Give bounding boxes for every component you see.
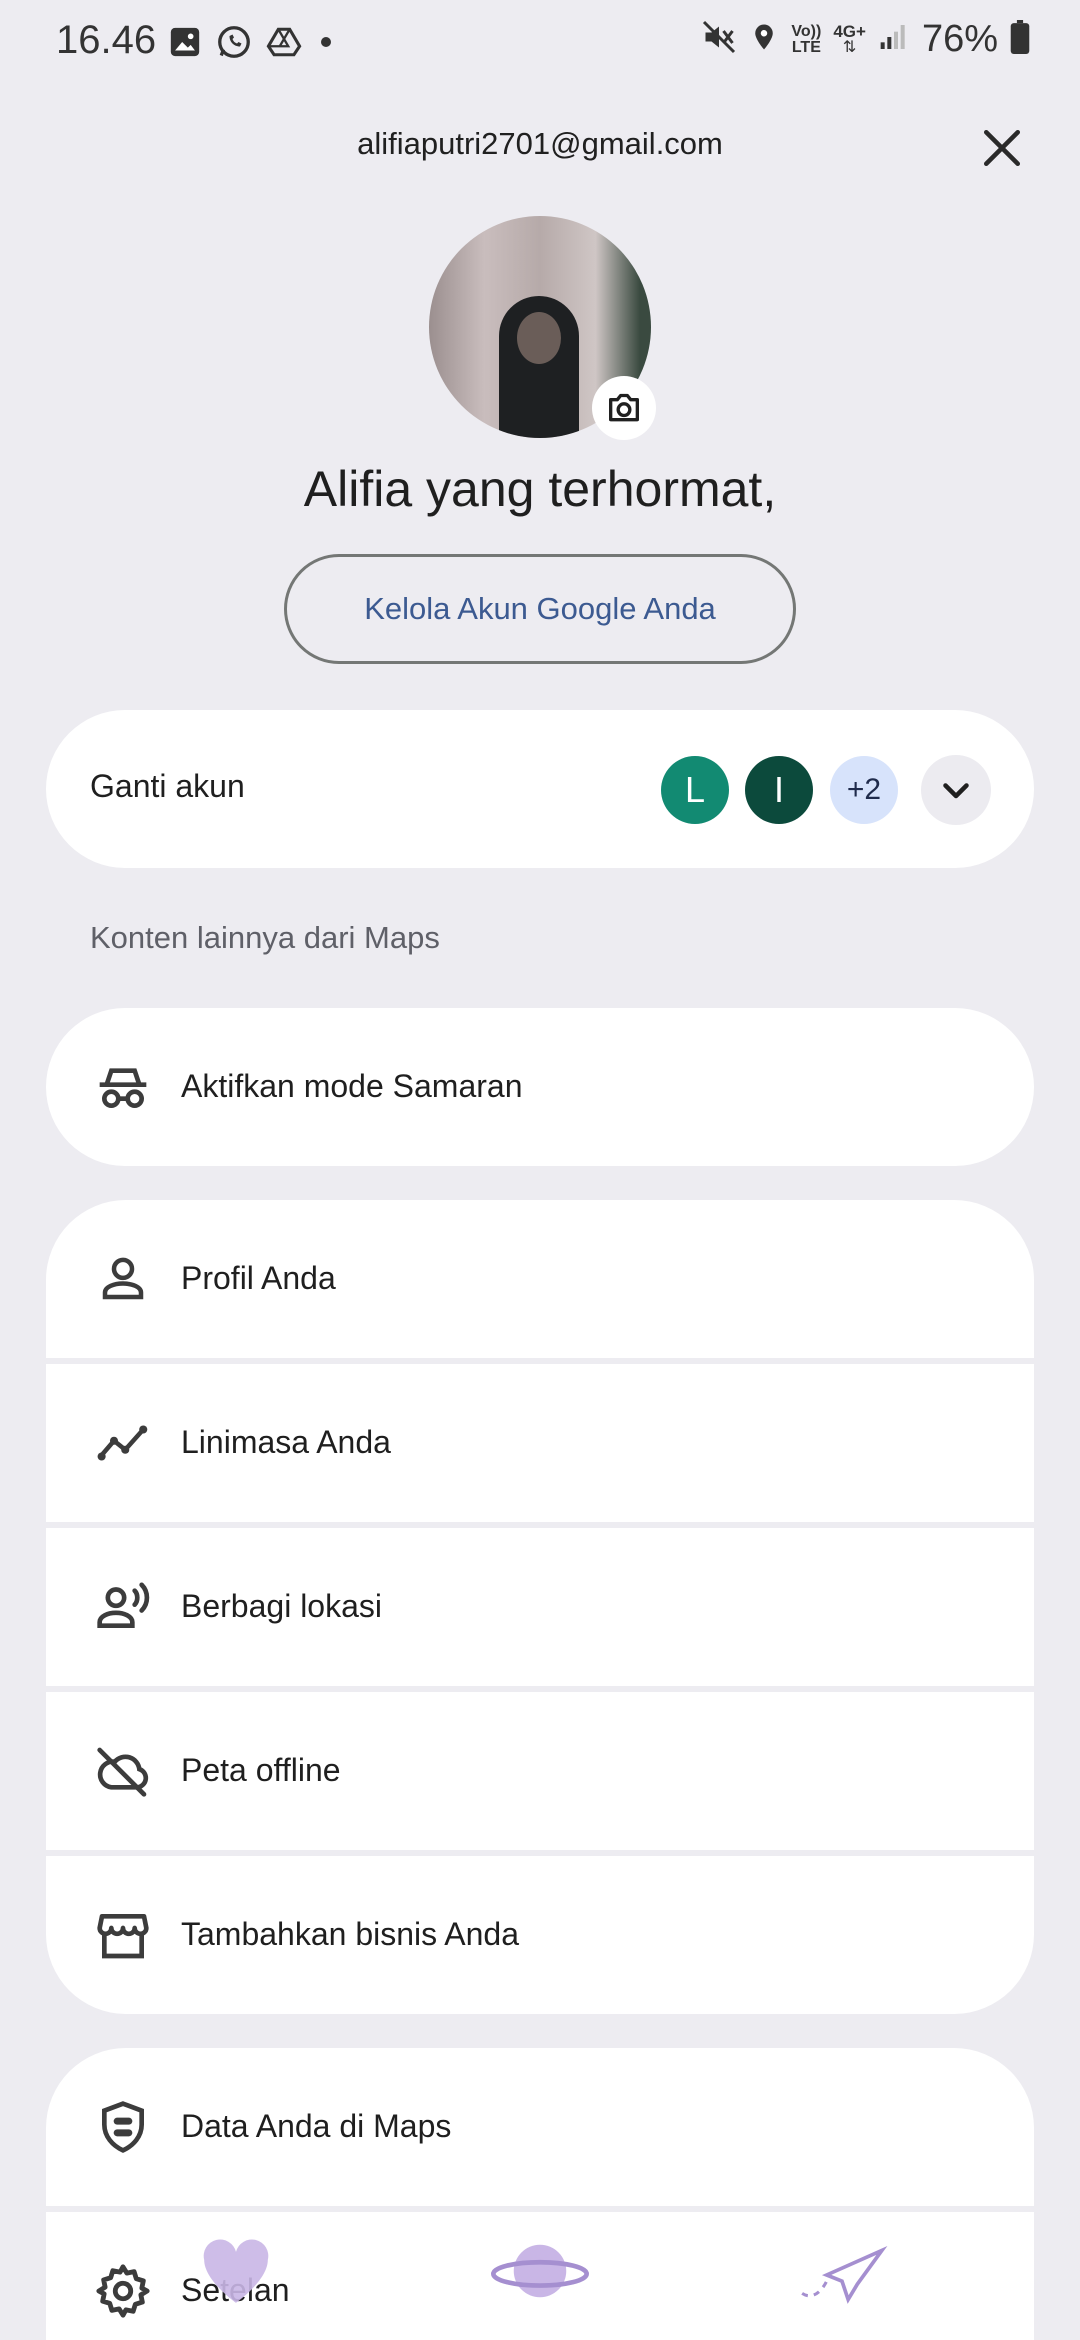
incognito-mode-item[interactable]: Aktifkan mode Samaran	[46, 1008, 1034, 1166]
lte-label: LTE	[791, 38, 821, 56]
gear-icon	[90, 2258, 156, 2324]
planet-icon[interactable]	[490, 2236, 590, 2311]
location-icon	[749, 19, 779, 60]
more-accounts-badge[interactable]: +2	[830, 756, 898, 824]
menu-item-your-data[interactable]: Data Anda di Maps	[46, 2048, 1034, 2206]
manage-account-button[interactable]: Kelola Akun Google Anda	[284, 554, 796, 664]
4g-icon: 4G+ ⇅	[833, 23, 866, 56]
greeting: Alifia yang terhormat,	[303, 461, 777, 517]
dot-icon	[316, 32, 336, 57]
avatar-container	[429, 216, 656, 440]
camera-icon	[609, 393, 639, 422]
menu-item-label: Peta offline	[181, 1752, 341, 1788]
menu-item-label: Linimasa Anda	[181, 1424, 391, 1460]
system-status-icons: Vo)) LTE 4G+ ⇅ 76%	[701, 18, 1030, 61]
menu-item-offline-maps[interactable]: Peta offline	[46, 1692, 1034, 1850]
heart-icon[interactable]	[196, 2236, 276, 2311]
menu-item-label: Berbagi lokasi	[181, 1588, 382, 1624]
person-icon	[90, 1246, 156, 1312]
account-avatar-l[interactable]: L	[661, 756, 729, 824]
menu-item-timeline[interactable]: Linimasa Anda	[46, 1364, 1034, 1522]
notification-icons	[168, 24, 336, 65]
drive-icon	[266, 25, 302, 64]
menu-item-add-business[interactable]: Tambahkan bisnis Anda	[46, 1856, 1034, 2014]
menu-item-label: Tambahkan bisnis Anda	[181, 1916, 519, 1952]
timeline-icon	[90, 1410, 156, 1476]
shield-data-icon	[90, 2094, 156, 2160]
menu-item-label: Profil Anda	[181, 1260, 336, 1296]
signal-icon	[878, 21, 910, 58]
storefront-icon	[90, 1902, 156, 1968]
cloud-off-icon	[90, 1738, 156, 1804]
avatar-photo-face	[517, 312, 561, 364]
network-label: 4G+	[833, 22, 866, 41]
incognito-label: Aktifkan mode Samaran	[181, 1068, 523, 1104]
volte-label: Vo))	[791, 22, 822, 40]
clock: 16.46	[56, 18, 157, 62]
menu-item-profile[interactable]: Profil Anda	[46, 1200, 1034, 1358]
menu-item-location-sharing[interactable]: Berbagi lokasi	[46, 1528, 1034, 1686]
data-arrows: ⇅	[842, 39, 857, 56]
battery-percent: 76%	[921, 18, 998, 60]
section-heading: Konten lainnya dari Maps	[90, 920, 440, 955]
volte-icon: Vo)) LTE	[791, 22, 822, 56]
incognito-icon	[90, 1054, 156, 1120]
status-bar: 16.46 Vo)) LTE 4G+ ⇅ 76%	[0, 0, 1080, 90]
whatsapp-icon	[216, 24, 252, 65]
chevron-down-icon	[943, 783, 969, 799]
account-avatar-i[interactable]: I	[745, 756, 813, 824]
location-sharing-icon	[90, 1574, 156, 1640]
paper-plane-icon[interactable]	[796, 2244, 888, 2311]
account-email: alifiaputri2701@gmail.com	[357, 126, 723, 161]
gallery-icon	[168, 25, 202, 64]
account-menu-screen: 16.46 Vo)) LTE 4G+ ⇅ 76% alifiaputri2701…	[0, 0, 1080, 2340]
mute-icon	[701, 19, 737, 60]
expand-accounts-button[interactable]	[921, 755, 991, 825]
switch-account-card[interactable]: Ganti akun L I +2	[46, 710, 1034, 868]
switch-account-label: Ganti akun	[90, 768, 245, 804]
battery-icon	[1010, 20, 1030, 59]
change-photo-button[interactable]	[592, 376, 656, 440]
menu-item-label: Data Anda di Maps	[181, 2108, 452, 2144]
